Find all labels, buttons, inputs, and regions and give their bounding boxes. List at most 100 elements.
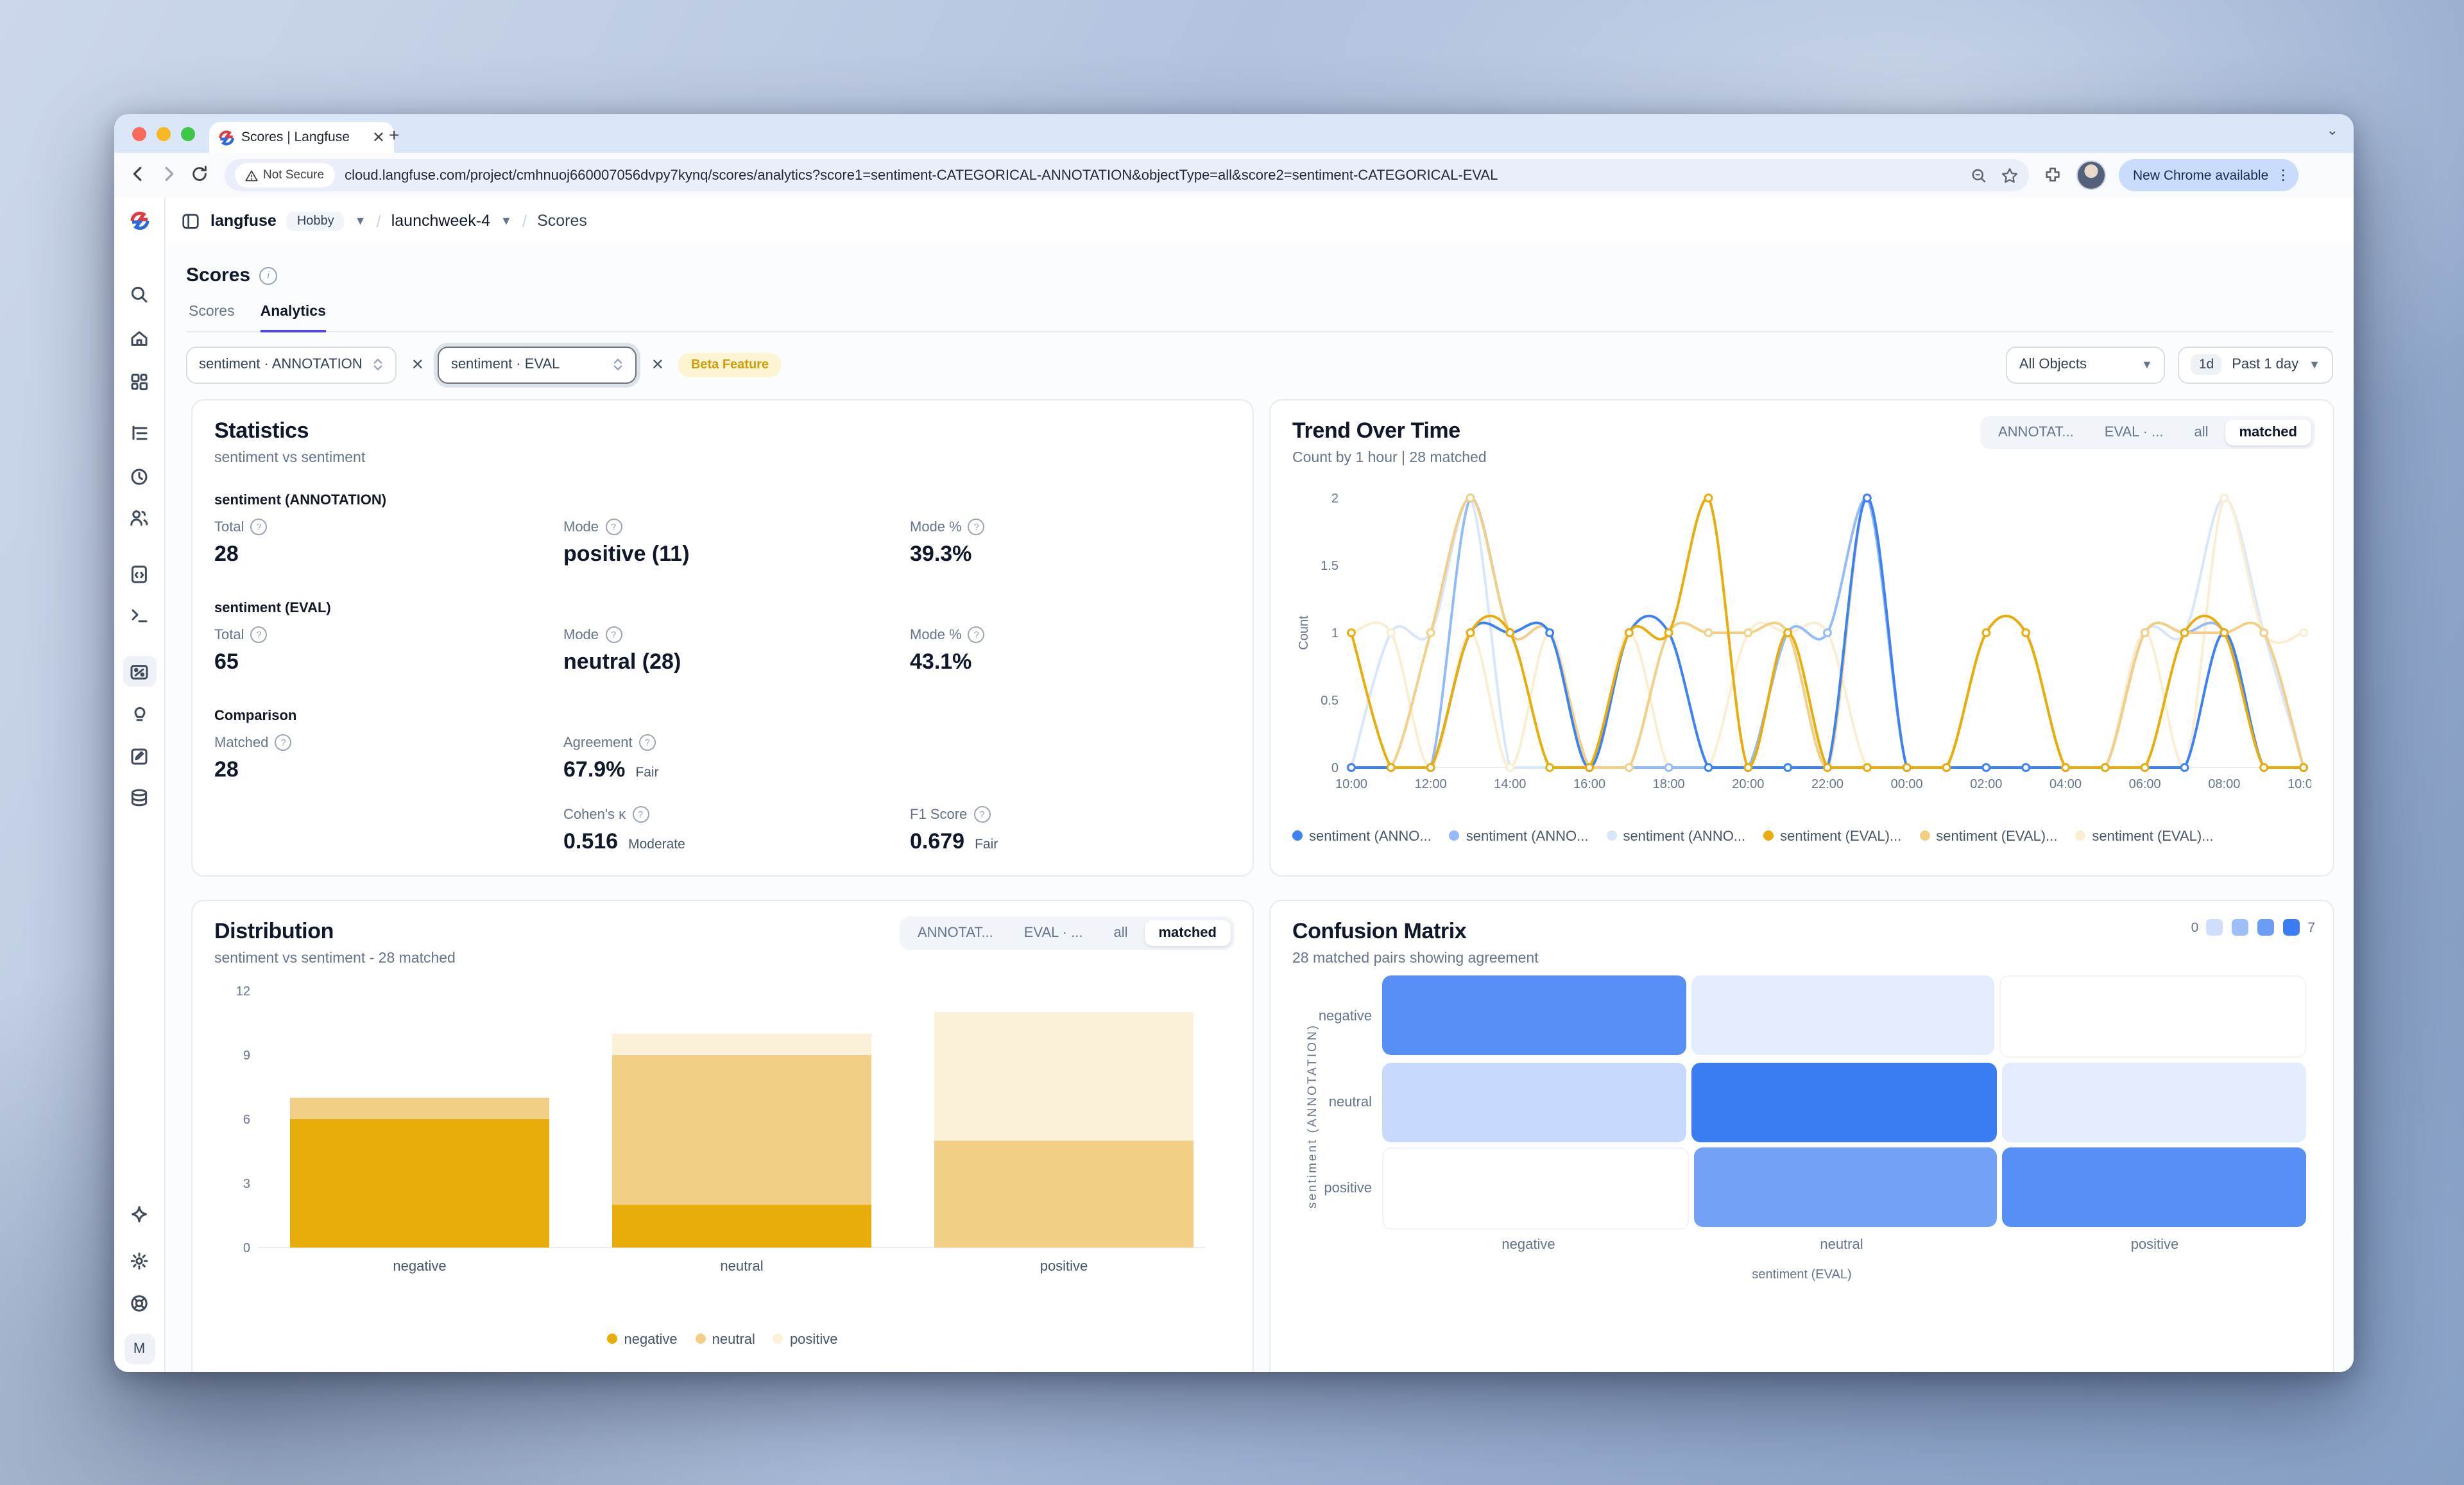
- chevron-down-icon: ▼: [2141, 358, 2153, 371]
- sidebar-item-dashboard[interactable]: [123, 366, 156, 397]
- distribution-view-tabs: ANNOTAT...EVAL · ...allmatched: [900, 916, 1235, 950]
- score2-remove-button[interactable]: ✕: [649, 356, 667, 373]
- not-secure-chip[interactable]: Not Secure: [235, 163, 334, 187]
- tab-scores[interactable]: Scores: [189, 304, 235, 331]
- info-icon[interactable]: i: [259, 266, 277, 284]
- sidebar-item-settings[interactable]: [123, 1245, 156, 1276]
- org-name[interactable]: langfuse: [210, 212, 277, 230]
- statistics-subtitle: sentiment vs sentiment: [214, 451, 1231, 466]
- date-range-select[interactable]: 1d Past 1 day ▼: [2178, 346, 2333, 383]
- close-window-button[interactable]: [132, 127, 146, 141]
- reload-button[interactable]: [184, 164, 214, 187]
- sidebar-item-datasets[interactable]: [123, 782, 156, 812]
- metric-value: neutral (28): [563, 649, 681, 675]
- browser-tab[interactable]: Scores | Langfuse ✕: [209, 122, 394, 153]
- sidebar-item-tracing[interactable]: [123, 417, 156, 448]
- legend-dot: [1606, 830, 1616, 841]
- extensions-icon[interactable]: [2043, 166, 2062, 185]
- project-name[interactable]: launchweek-4: [391, 212, 490, 230]
- tracing-icon: [128, 422, 150, 443]
- score1-remove-button[interactable]: ✕: [409, 356, 427, 373]
- distribution-subtitle: sentiment vs sentiment - 28 matched: [214, 951, 1231, 966]
- sidebar-item-sparkle[interactable]: [123, 1199, 156, 1230]
- view-tab-eval[interactable]: EVAL · ...: [1010, 920, 1097, 946]
- view-tab-matched[interactable]: matched: [1145, 920, 1231, 946]
- matrix-cell-negative-negative[interactable]: [1382, 975, 1686, 1055]
- desktop-wallpaper: Scores | Langfuse ✕ + ⌄ Not Secure clou: [0, 0, 2464, 1485]
- view-tab-annotat[interactable]: ANNOTAT...: [903, 920, 1007, 946]
- score1-select[interactable]: sentiment · ANNOTATION: [186, 346, 397, 383]
- statistics-title: Statistics: [214, 418, 1231, 444]
- sidebar-item-search[interactable]: [123, 279, 156, 309]
- minimize-window-button[interactable]: [157, 127, 171, 141]
- matrix-cell-neutral-negative[interactable]: [1382, 1063, 1687, 1142]
- matrix-cell-negative-neutral[interactable]: [1691, 975, 1994, 1055]
- metric-label: Matched?: [214, 734, 291, 751]
- view-tab-annotat[interactable]: ANNOTAT...: [1984, 420, 2088, 445]
- breadcrumb-separator: /: [376, 211, 381, 230]
- confusion-matrix-panel: Confusion Matrix 28 matched pairs showin…: [1269, 900, 2334, 1372]
- tab-analytics[interactable]: Analytics: [261, 304, 326, 331]
- new-tab-button[interactable]: +: [389, 124, 399, 145]
- not-secure-label: Not Secure: [263, 168, 324, 182]
- bookmark-star-icon[interactable]: [2001, 166, 2019, 184]
- support-icon: [128, 1292, 150, 1314]
- org-chevron-icon[interactable]: ▼: [355, 214, 366, 227]
- sidebar-item-home[interactable]: [123, 322, 156, 353]
- langfuse-logo[interactable]: [114, 198, 166, 244]
- matrix-cell-positive-positive[interactable]: [2003, 1147, 2306, 1227]
- svg-text:negative: negative: [393, 1258, 446, 1274]
- trend-subtitle: Count by 1 hour | 28 matched: [1292, 451, 2311, 466]
- view-tab-matched[interactable]: matched: [2225, 420, 2312, 445]
- sidebar-item-playground[interactable]: [123, 599, 156, 630]
- forward-button[interactable]: [153, 164, 184, 187]
- object-filter-select[interactable]: All Objects ▼: [2006, 346, 2166, 383]
- range-label: Past 1 day: [2232, 357, 2298, 372]
- sidebar-item-sessions[interactable]: [123, 461, 156, 492]
- confusion-title: Confusion Matrix: [1292, 919, 2311, 945]
- sidebar-item-annotation[interactable]: [123, 741, 156, 771]
- browser-toolbar: Not Secure cloud.langfuse.com/project/cm…: [114, 153, 2354, 198]
- tab-search-chevron-icon[interactable]: ⌄: [2327, 122, 2338, 139]
- url-bar[interactable]: Not Secure cloud.langfuse.com/project/cm…: [225, 159, 2029, 191]
- matrix-cell-neutral-positive[interactable]: [2001, 1063, 2306, 1142]
- tab-close-icon[interactable]: ✕: [372, 130, 385, 145]
- metric-label: F1 Score?: [910, 806, 990, 823]
- view-tab-all[interactable]: all: [1099, 920, 1142, 946]
- url-text: cloud.langfuse.com/project/cmhnuoj660007…: [345, 167, 1960, 183]
- view-tab-eval[interactable]: EVAL · ...: [2091, 420, 2178, 445]
- home-icon: [128, 327, 150, 348]
- sidebar-item-scores[interactable]: [123, 656, 156, 687]
- chrome-update-button[interactable]: New Chrome available ⋮: [2119, 159, 2298, 191]
- svg-text:16:00: 16:00: [1573, 777, 1605, 791]
- help-icon: ?: [968, 626, 985, 643]
- matrix-cell-positive-neutral[interactable]: [1693, 1147, 1997, 1227]
- user-avatar[interactable]: M: [124, 1334, 155, 1364]
- matrix-cell-negative-positive[interactable]: [2000, 975, 2306, 1058]
- svg-text:Count: Count: [1297, 615, 1311, 650]
- view-tab-all[interactable]: all: [2180, 420, 2222, 445]
- sidebar-toggle-icon[interactable]: [181, 211, 200, 230]
- back-button[interactable]: [122, 164, 153, 187]
- sidebar-item-prompts[interactable]: [123, 558, 156, 589]
- matrix-col-label: neutral: [1685, 1237, 1998, 1253]
- matrix-col-label: negative: [1372, 1237, 1685, 1253]
- page-title: Scores: [186, 264, 250, 286]
- project-chevron-icon[interactable]: ▼: [501, 214, 512, 227]
- legend-item: sentiment (EVAL)...: [1763, 829, 1901, 845]
- matrix-row-label: positive: [1313, 1147, 1382, 1230]
- profile-avatar[interactable]: [2076, 160, 2106, 190]
- browser-menu-icon[interactable]: ⋮: [2276, 167, 2289, 184]
- score2-select[interactable]: sentiment · EVAL: [438, 346, 637, 383]
- svg-text:3: 3: [243, 1177, 250, 1191]
- zoom-window-button[interactable]: [181, 127, 195, 141]
- metric-value: 67.9%Fair: [563, 757, 659, 783]
- matrix-cell-positive-negative[interactable]: [1382, 1147, 1688, 1230]
- help-icon: ?: [251, 519, 268, 535]
- sidebar-item-users[interactable]: [123, 502, 156, 533]
- matrix-cell-neutral-neutral[interactable]: [1692, 1063, 1997, 1142]
- metric-label: Total?: [214, 626, 268, 643]
- sidebar-item-evaluation[interactable]: [123, 698, 156, 729]
- sidebar-item-support[interactable]: [123, 1287, 156, 1318]
- zoom-icon[interactable]: [1970, 166, 1988, 184]
